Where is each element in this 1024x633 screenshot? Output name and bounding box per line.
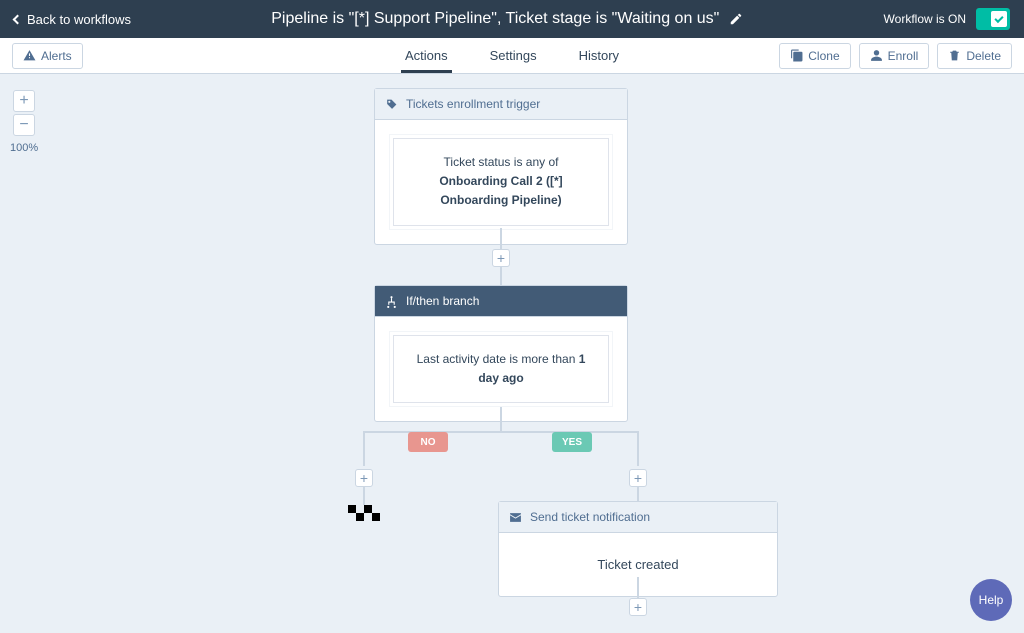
clone-button[interactable]: Clone <box>779 43 850 69</box>
connector <box>363 487 365 505</box>
branch-no-tag: NO <box>408 432 448 452</box>
trigger-criteria-prop: Ticket status <box>444 155 511 169</box>
trigger-criteria-op: is any of <box>510 155 558 169</box>
warning-icon <box>23 49 36 62</box>
workflow-toggle[interactable] <box>976 8 1010 30</box>
trigger-card[interactable]: Tickets enrollment trigger Ticket status… <box>374 88 628 245</box>
pencil-icon[interactable] <box>729 12 743 26</box>
branch-icon <box>385 295 398 308</box>
trigger-card-body: Ticket status is any of Onboarding Call … <box>375 120 627 244</box>
connector <box>500 267 502 285</box>
workflow-canvas[interactable]: Tickets enrollment trigger Ticket status… <box>0 74 1024 633</box>
connector <box>500 407 502 431</box>
branch-criteria[interactable]: Last activity date is more than 1 day ag… <box>393 335 609 403</box>
top-right: Workflow is ON <box>884 8 1010 30</box>
check-icon <box>994 13 1003 22</box>
toggle-knob <box>991 11 1007 27</box>
chevron-left-icon <box>13 14 23 24</box>
connector <box>637 487 639 501</box>
clone-icon <box>790 49 803 62</box>
top-bar: Back to workflows Pipeline is "[*] Suppo… <box>0 0 1024 38</box>
add-action-button-no[interactable]: + <box>355 469 373 487</box>
connector <box>637 577 639 599</box>
action-card-header: Send ticket notification <box>499 502 777 533</box>
action-title: Send ticket notification <box>530 510 650 524</box>
workflow-title: Pipeline is "[*] Support Pipeline", Tick… <box>271 10 719 28</box>
tabs: Actions Settings History <box>405 39 619 72</box>
workflow-title-wrap: Pipeline is "[*] Support Pipeline", Tick… <box>271 10 743 28</box>
envelope-icon <box>509 511 522 524</box>
add-action-button-after[interactable]: + <box>629 598 647 616</box>
delete-label: Delete <box>966 49 1001 63</box>
branch-criteria-op: is more than <box>506 352 579 366</box>
help-button[interactable]: Help <box>970 579 1012 621</box>
tab-history[interactable]: History <box>579 39 619 72</box>
alerts-button[interactable]: Alerts <box>12 43 83 69</box>
branch-title: If/then branch <box>406 294 479 308</box>
branch-card-header: If/then branch <box>375 286 627 317</box>
trigger-card-header: Tickets enrollment trigger <box>375 89 627 120</box>
tag-icon <box>385 98 398 111</box>
connector <box>363 431 639 433</box>
enroll-button[interactable]: Enroll <box>859 43 930 69</box>
workflow-status-label: Workflow is ON <box>884 12 966 26</box>
tab-actions[interactable]: Actions <box>405 39 448 72</box>
delete-button[interactable]: Delete <box>937 43 1012 69</box>
back-to-workflows[interactable]: Back to workflows <box>14 12 131 27</box>
branch-yes-tag: YES <box>552 432 592 452</box>
sub-bar: Alerts Actions Settings History Clone En… <box>0 38 1024 74</box>
branch-card-body: Last activity date is more than 1 day ag… <box>375 317 627 421</box>
finish-flag-icon <box>348 505 380 521</box>
connector <box>363 431 365 466</box>
connector <box>637 431 639 466</box>
add-action-button[interactable]: + <box>492 249 510 267</box>
trash-icon <box>948 49 961 62</box>
connector <box>500 228 502 250</box>
enroll-icon <box>870 49 883 62</box>
clone-label: Clone <box>808 49 839 63</box>
branch-card[interactable]: If/then branch Last activity date is mor… <box>374 285 628 422</box>
trigger-title: Tickets enrollment trigger <box>406 97 540 111</box>
alerts-label: Alerts <box>41 49 72 63</box>
trigger-criteria[interactable]: Ticket status is any of Onboarding Call … <box>393 138 609 226</box>
enroll-label: Enroll <box>888 49 919 63</box>
add-action-button-yes[interactable]: + <box>629 469 647 487</box>
trigger-criteria-value: Onboarding Call 2 ([*] Onboarding Pipeli… <box>439 174 562 207</box>
tab-settings[interactable]: Settings <box>490 39 537 72</box>
branch-criteria-prop: Last activity date <box>417 352 506 366</box>
back-label: Back to workflows <box>27 12 131 27</box>
